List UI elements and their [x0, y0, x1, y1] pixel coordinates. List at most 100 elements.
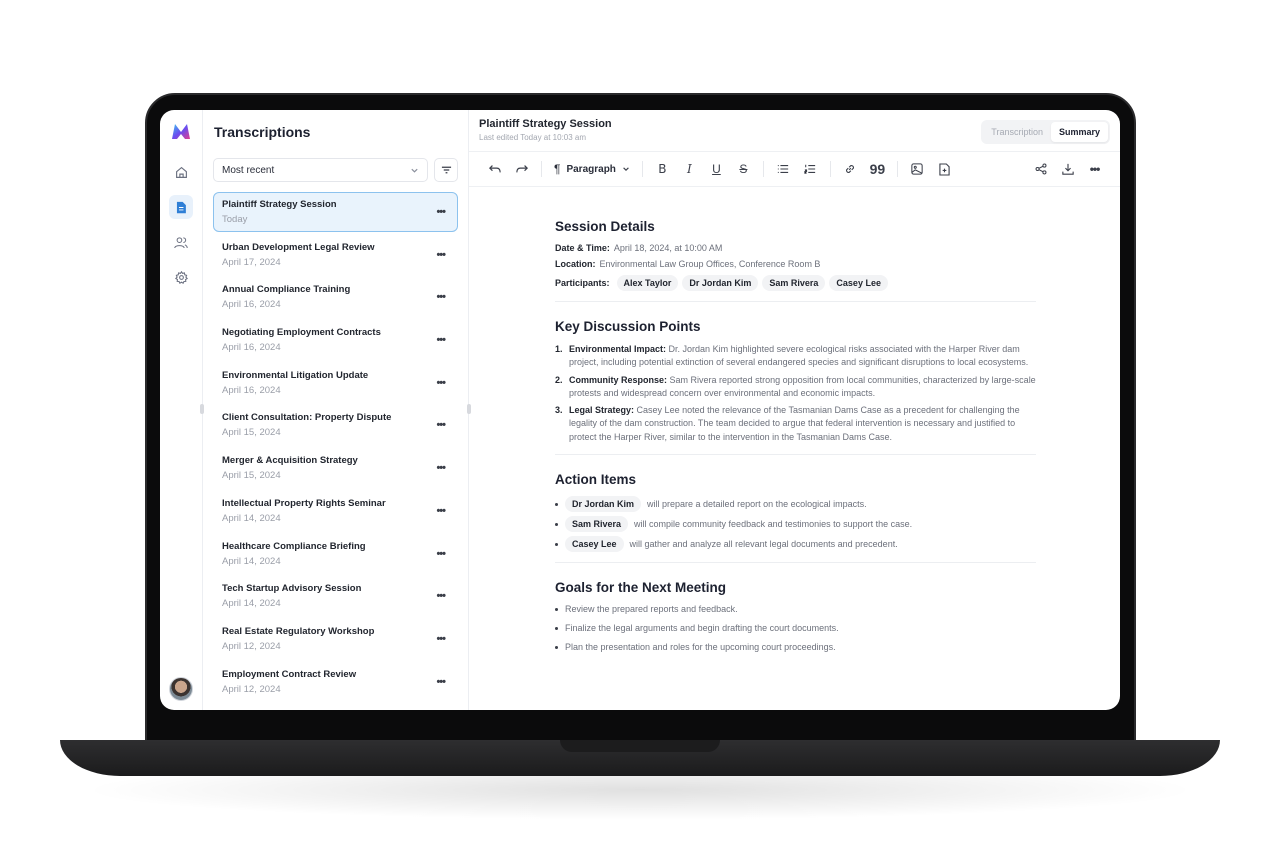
- numbered-list-button[interactable]: [797, 157, 824, 181]
- section-heading-session: Session Details: [555, 219, 655, 234]
- transcription-item[interactable]: Merger & Acquisition Strategy April 15, …: [213, 448, 458, 488]
- download-button[interactable]: [1054, 157, 1081, 181]
- more-icon[interactable]: •••: [436, 291, 446, 303]
- insert-file-button[interactable]: [931, 157, 958, 181]
- goals-list: Review the prepared reports and feedback…: [555, 604, 1036, 652]
- icon-rail: [160, 110, 203, 710]
- goal-item: Plan the presentation and roles for the …: [555, 642, 1036, 652]
- more-icon[interactable]: •••: [436, 419, 446, 431]
- rail-home[interactable]: [169, 160, 193, 184]
- transcription-item[interactable]: Real Estate Regulatory Workshop April 12…: [213, 619, 458, 659]
- participants-row: Participants: Alex Taylor Dr Jordan Kim Sam…: [555, 275, 1036, 291]
- participant-chip[interactable]: Dr Jordan Kim: [682, 275, 759, 291]
- item-date: April 12, 2024: [222, 640, 281, 652]
- file-add-icon: [939, 162, 950, 176]
- section-heading-goals: Goals for the Next Meeting: [555, 580, 727, 596]
- participant-chip[interactable]: Sam Rivera: [762, 275, 826, 291]
- transcription-item[interactable]: Annual Compliance Training April 16, 202…: [213, 277, 458, 317]
- more-icon[interactable]: •••: [436, 590, 446, 602]
- quote-icon: 99: [869, 161, 886, 177]
- rail-transcriptions[interactable]: [169, 195, 193, 219]
- editor-header: Plaintiff Strategy Session Last edited T…: [469, 110, 1120, 152]
- point-number: 3.: [555, 405, 563, 416]
- filter-button[interactable]: [434, 158, 458, 182]
- datetime-value: April 18, 2024, at 10:00 AM: [613, 243, 723, 253]
- assignee-chip[interactable]: Sam Rivera: [565, 516, 629, 533]
- tab-transcription[interactable]: Transcription: [983, 122, 1051, 142]
- sort-select[interactable]: Most recent: [213, 158, 428, 182]
- redo-button[interactable]: [508, 157, 535, 181]
- insert-image-button[interactable]: [904, 157, 931, 181]
- assignee-chip[interactable]: Dr Jordan Kim: [565, 496, 642, 513]
- more-icon[interactable]: •••: [436, 505, 446, 517]
- discussion-points-list: 1. Environmental Impact: Dr. Jordan Kim …: [555, 343, 1036, 444]
- item-date: April 17, 2024: [222, 256, 281, 268]
- rail-contacts[interactable]: [169, 230, 193, 254]
- app-screen: Transcriptions Most recent Plaintiff Str…: [160, 110, 1120, 710]
- quote-button[interactable]: 99: [864, 157, 891, 181]
- participant-chip[interactable]: Casey Lee: [829, 275, 888, 291]
- point-number: 1.: [555, 344, 563, 354]
- transcription-item[interactable]: Intellectual Property Rights Seminar Apr…: [213, 491, 458, 531]
- underline-button[interactable]: U: [703, 157, 730, 181]
- laptop-notch: [560, 740, 720, 752]
- formatting-toolbar: ¶ Paragraph B I U S 99 •••: [469, 152, 1120, 187]
- item-date: Today: [222, 214, 248, 225]
- bullet-icon: [555, 607, 558, 611]
- transcription-item[interactable]: Tech Startup Advisory Session April 14, …: [213, 576, 458, 616]
- redo-icon: [515, 165, 528, 173]
- more-icon[interactable]: •••: [436, 249, 446, 261]
- image-icon: [911, 163, 924, 175]
- document-body[interactable]: Session Details Date & Time: April 18, 20…: [469, 187, 1120, 710]
- panel-title: Transcriptions: [214, 124, 311, 140]
- italic-icon: I: [687, 162, 692, 176]
- tab-summary[interactable]: Summary: [1050, 122, 1108, 142]
- rail-settings[interactable]: [169, 265, 193, 289]
- last-edited: Last edited Today at 10:03 am: [479, 133, 587, 142]
- resize-handle-left[interactable]: [200, 404, 204, 414]
- location-row: Location: Environmental Law Group Offices…: [555, 259, 1036, 269]
- item-date: April 16, 2024: [222, 384, 281, 396]
- more-icon[interactable]: •••: [436, 462, 446, 474]
- discussion-point: 1. Environmental Impact: Dr. Jordan Kim …: [555, 343, 1036, 370]
- italic-button[interactable]: I: [676, 157, 703, 181]
- share-button[interactable]: [1027, 157, 1054, 181]
- participant-chip[interactable]: Alex Taylor: [616, 275, 679, 291]
- more-icon[interactable]: •••: [436, 334, 446, 346]
- numbered-list-icon: [804, 164, 816, 174]
- strikethrough-button[interactable]: S: [730, 157, 757, 181]
- more-icon[interactable]: •••: [436, 206, 446, 218]
- user-avatar[interactable]: [169, 677, 193, 701]
- point-label: Legal Strategy:: [569, 405, 635, 416]
- undo-button[interactable]: [481, 157, 508, 181]
- more-icon[interactable]: •••: [436, 548, 446, 560]
- item-title: Intellectual Property Rights Seminar: [222, 497, 386, 509]
- item-title: Tech Startup Advisory Session: [222, 583, 362, 595]
- participants-label: Participants:: [555, 278, 610, 288]
- transcription-item[interactable]: Employment Contract Review April 12, 202…: [213, 662, 458, 702]
- item-date: April 16, 2024: [222, 342, 281, 354]
- transcription-item[interactable]: Plaintiff Strategy Session Today •••: [213, 192, 458, 232]
- transcription-item[interactable]: Client Consultation: Property Dispute Ap…: [213, 405, 458, 445]
- link-button[interactable]: [837, 157, 864, 181]
- item-date: April 14, 2024: [222, 512, 281, 524]
- item-title: Annual Compliance Training: [222, 284, 351, 296]
- point-number: 2.: [555, 374, 563, 385]
- resize-handle-right[interactable]: [467, 404, 471, 414]
- block-style-select[interactable]: ¶ Paragraph: [548, 162, 636, 176]
- assignee-chip[interactable]: Casey Lee: [565, 536, 624, 553]
- transcription-item[interactable]: Urban Development Legal Review April 17,…: [213, 235, 458, 275]
- bullet-list-button[interactable]: [770, 157, 797, 181]
- block-style-value: Paragraph: [566, 163, 616, 175]
- document-icon: [176, 201, 186, 213]
- more-icon[interactable]: •••: [436, 676, 446, 688]
- bold-button[interactable]: B: [649, 157, 676, 181]
- more-icon[interactable]: •••: [436, 377, 446, 389]
- more-icon[interactable]: •••: [436, 633, 446, 645]
- users-icon: [174, 236, 188, 248]
- action-text: will compile community feedback and test…: [634, 519, 913, 530]
- transcription-item[interactable]: Healthcare Compliance Briefing April 14,…: [213, 534, 458, 574]
- transcription-item[interactable]: Negotiating Employment Contracts April 1…: [213, 320, 458, 360]
- more-options-button[interactable]: •••: [1081, 157, 1108, 181]
- transcription-item[interactable]: Environmental Litigation Update April 16…: [213, 363, 458, 403]
